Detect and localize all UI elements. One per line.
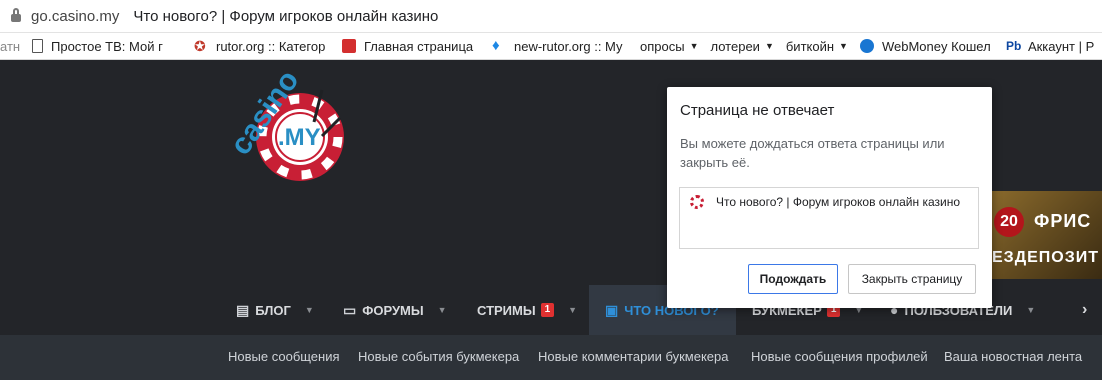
bookmark-folder[interactable]: биткойн ▼ (780, 33, 854, 59)
subnav-link[interactable]: Ваша новостная лента (944, 349, 1082, 364)
page-unresponsive-dialog: Страница не отвечает Вы можете дождаться… (667, 87, 992, 308)
bookmark-label: лотереи (710, 38, 760, 54)
chevron-down-icon: ▼ (764, 41, 774, 51)
logo-domain: .MY (278, 124, 321, 151)
globe-icon (859, 39, 874, 53)
nav-more-button[interactable]: › (1082, 285, 1087, 335)
banner-number: 20 (994, 207, 1024, 237)
nav-label: СТРИМЫ (477, 302, 536, 318)
subnav-link[interactable]: Новые сообщения (228, 349, 340, 364)
news-icon (342, 39, 356, 53)
dialog-title: Страница не отвечает (680, 102, 835, 119)
chevron-down-icon[interactable]: ▼ (568, 305, 577, 315)
dialog-message: Вы можете дождаться ответа страницы или … (680, 136, 945, 170)
bookmark-label: Главная страница (364, 38, 474, 54)
nav-streams[interactable]: СТРИМЫ 1 ▼ (477, 285, 577, 335)
bookmark-folder[interactable]: опросы ▼ (634, 33, 705, 59)
whats-new-icon: ▣ (605, 301, 619, 318)
site-favicon-icon (690, 195, 704, 209)
bookmark-item[interactable]: Простое ТВ: Мой г (26, 33, 188, 59)
nav-blog[interactable]: ▤ БЛОГ ▼ (236, 285, 314, 335)
casino-logo[interactable]: .MY casino (222, 70, 352, 185)
chevron-down-icon[interactable]: ▼ (438, 305, 447, 315)
bookmark-label: Простое ТВ: Мой г (51, 38, 163, 54)
bookmark-item[interactable]: ♦ new-rutor.org :: Му (486, 33, 634, 59)
bookmark-label: new-rutor.org :: Му (514, 38, 623, 54)
banner-line1: ФРИС (1034, 211, 1092, 231)
pin-icon: ♦ (492, 37, 500, 54)
nav-label: ФОРУМЫ (362, 302, 424, 318)
forum-icon: ▭ (343, 301, 357, 318)
bookmark-label: Аккаунт | Р (1027, 38, 1095, 54)
bookmark-label: опросы (640, 38, 685, 54)
tab-title: Что нового? | Форум игроков онлайн казин… (716, 195, 961, 209)
lock-icon[interactable] (11, 8, 21, 22)
bookmark-label: биткойн (785, 38, 835, 54)
blog-icon: ▤ (236, 301, 250, 318)
url-text[interactable]: go.casino.my (31, 8, 119, 25)
bookmark-folder[interactable]: лотереи ▼ (705, 33, 780, 59)
bookmark-item[interactable]: WebMoney Кошел (854, 33, 1000, 59)
bookmark-item[interactable]: Главная страница (336, 33, 486, 59)
notification-badge: 1 (540, 303, 555, 317)
star-icon: ✪ (194, 38, 206, 54)
chevron-down-icon: ▼ (839, 41, 848, 51)
nav-forums[interactable]: ▭ ФОРУМЫ ▼ (343, 285, 447, 335)
bookmarks-bar: атн Простое ТВ: Мой г ✪ rutor.org :: Кат… (0, 33, 1102, 60)
wait-button[interactable]: Подождать (748, 264, 838, 294)
promo-banner[interactable]: 20 ФРИС ЕЗДЕПОЗИТ (990, 191, 1102, 279)
list-item: Что нового? | Форум игроков онлайн казин… (690, 195, 960, 209)
address-bar[interactable]: go.casino.my Что нового? | Форум игроков… (0, 0, 1102, 33)
subnav-link[interactable]: Новые комментарии букмекера (538, 349, 729, 364)
subnav-link[interactable]: Новые сообщения профилей (751, 349, 928, 364)
sub-nav: Новые сообщения Новые события букмекера … (0, 335, 1102, 380)
close-page-button[interactable]: Закрыть страницу (848, 264, 976, 294)
bookmark-label: атн (0, 38, 21, 54)
bookmark-label: rutor.org :: Категор (216, 38, 326, 54)
bookmark-item[interactable]: ✪ rutor.org :: Категор (188, 33, 336, 59)
subnav-link[interactable]: Новые события букмекера (358, 349, 519, 364)
nav-label: БЛОГ (255, 302, 291, 318)
page-icon (32, 39, 43, 53)
bookmark-item[interactable]: атн (0, 33, 26, 59)
pb-icon: Pb (1005, 39, 1022, 53)
unresponsive-tab-list: Что нового? | Форум игроков онлайн казин… (679, 187, 979, 249)
chevron-down-icon: ▼ (689, 41, 699, 51)
chevron-down-icon[interactable]: ▼ (1026, 305, 1035, 315)
bookmark-label: WebMoney Кошел (881, 38, 991, 54)
chevron-down-icon[interactable]: ▼ (305, 305, 314, 315)
page-title: Что нового? | Форум игроков онлайн казин… (133, 7, 439, 25)
banner-line2: ЕЗДЕПОЗИТ (992, 249, 1100, 266)
bookmark-item[interactable]: Pb Аккаунт | Р (1000, 33, 1100, 59)
chevron-right-icon: › (1082, 301, 1088, 318)
